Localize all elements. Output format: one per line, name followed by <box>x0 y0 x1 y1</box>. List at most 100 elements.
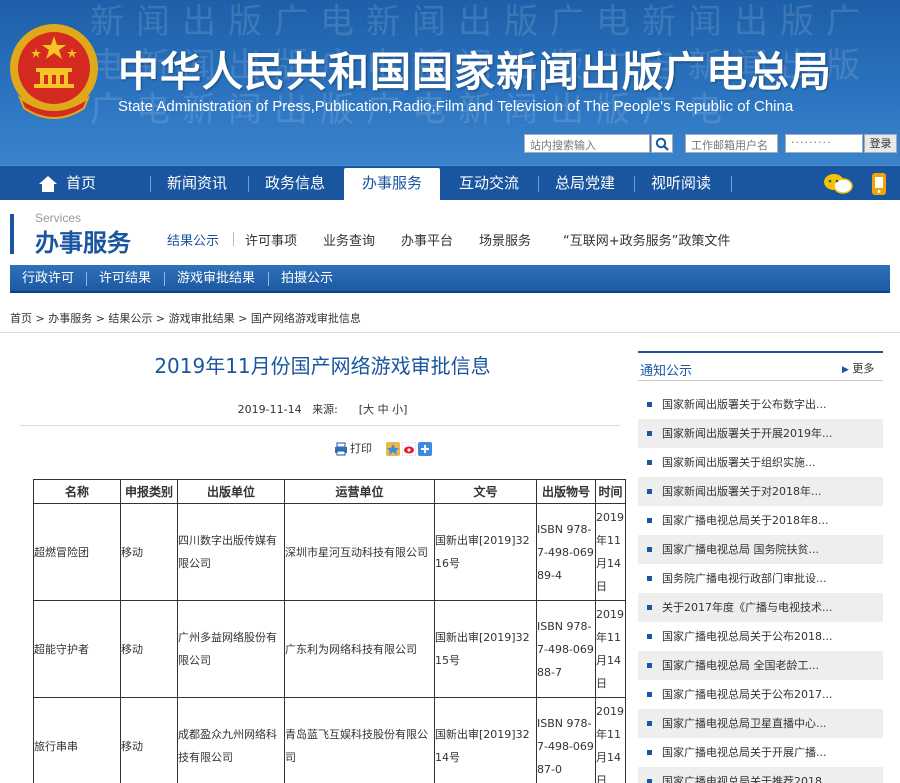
table-row: 旅行串串 移动 成都盈众九州网络科技有限公司 青岛蓝飞互娱科技股份有限公司 国新… <box>33 697 626 783</box>
cell-isbn: ISBN 978-7-498-06987-0 <box>536 697 596 783</box>
nav-divider <box>150 176 151 192</box>
cell-publisher: 成都盈众九州网络科技有限公司 <box>177 697 285 783</box>
cell-approval-no: 国新出审[2019]3216号 <box>434 503 537 601</box>
nav-divider <box>634 176 635 192</box>
article-date: 2019-11-14 <box>237 403 302 416</box>
cell-game-name: 旅行串串 <box>33 697 121 783</box>
col-header-approval-no: 文号 <box>434 479 537 504</box>
nav-interaction[interactable]: 互动交流 <box>459 166 519 201</box>
third-nav: 行政许可 许可结果 游戏审批结果 拍摄公示 <box>10 265 890 293</box>
weibo-icon[interactable] <box>402 442 416 456</box>
sidebar-list-item[interactable]: 国家新闻出版署关于对2018年... <box>638 477 883 506</box>
third-nav-divider <box>164 272 165 286</box>
share-more-icon[interactable] <box>418 442 432 456</box>
print-icon[interactable] <box>334 442 348 456</box>
cell-category: 移动 <box>120 503 178 601</box>
sidebar-list-item[interactable]: 国家广播电视总局 国务院扶贫... <box>638 535 883 564</box>
share-bar: 打印 <box>334 440 434 458</box>
sidebar-more-label[interactable]: 更多 <box>852 362 874 375</box>
subnav-license-items[interactable]: 许可事项 <box>245 230 297 249</box>
subnav-policy-documents[interactable]: “互联网+政务服务”政策文件 <box>563 230 730 249</box>
cell-category: 移动 <box>120 600 178 698</box>
caret-right-icon: ▶ <box>842 365 849 375</box>
sidebar-list-item[interactable]: 国家新闻出版署关于组织实施... <box>638 448 883 477</box>
nav-home[interactable]: 首页 <box>66 166 96 201</box>
subnav-business-query[interactable]: 业务查询 <box>323 230 375 249</box>
nav-audio-visual[interactable]: 视听阅读 <box>651 166 711 201</box>
print-label[interactable]: 打印 <box>350 442 372 455</box>
nav-news[interactable]: 新闻资讯 <box>167 166 227 201</box>
table-header-row: 名称 申报类别 出版单位 运营单位 文号 出版物号 时间 <box>33 479 626 504</box>
cell-isbn: ISBN 978-7-498-06989-4 <box>536 503 596 601</box>
nav-divider <box>731 176 732 192</box>
third-nav-divider <box>86 272 87 286</box>
cell-approval-no: 国新出审[2019]3215号 <box>434 600 537 698</box>
nav-party-building[interactable]: 总局党建 <box>555 166 615 201</box>
sidebar-list-item[interactable]: 国家广播电视总局 全国老龄工... <box>638 651 883 680</box>
table-row: 超能守护者 移动 广州多益网络股份有限公司 广东利为网络科技有限公司 国新出审[… <box>33 600 626 698</box>
cell-date: 2019年11月14日 <box>595 503 626 601</box>
col-header-date: 时间 <box>595 479 626 504</box>
table-row: 超燃冒险团 移动 四川数字出版传媒有限公司 深圳市星河互动科技有限公司 国新出审… <box>33 503 626 601</box>
breadcrumb-divider <box>0 332 900 333</box>
search-icon <box>655 137 669 151</box>
font-size-switcher[interactable]: [大 中 小] <box>359 403 408 416</box>
nav-services[interactable]: 办事服务 <box>344 168 440 201</box>
col-header-operator: 运营单位 <box>284 479 435 504</box>
wechat-icon[interactable] <box>823 172 853 196</box>
article-meta: 2019-11-14 来源: [大 中 小] <box>20 401 625 417</box>
sidebar-list-item[interactable]: 关于2017年度《广播与电视技术... <box>638 593 883 622</box>
sidebar-list-item[interactable]: 国家广播电视总局关于公布2018... <box>638 622 883 651</box>
col-header-isbn: 出版物号 <box>536 479 596 504</box>
cell-game-name: 超能守护者 <box>33 600 121 698</box>
third-nav-license-results[interactable]: 许可结果 <box>99 265 151 293</box>
nav-divider <box>538 176 539 192</box>
sidebar-list-item[interactable]: 国家广播电视总局卫星直播中心... <box>638 709 883 738</box>
mail-username-input[interactable]: 工作邮箱用户名 <box>685 134 778 153</box>
sidebar-list-item[interactable]: 国家广播电视总局关于开展广播... <box>638 738 883 767</box>
qzone-icon[interactable] <box>386 442 400 456</box>
login-button[interactable]: 登录 <box>864 134 897 153</box>
sidebar-more-link[interactable]: ▶ 更多 <box>842 360 874 376</box>
mobile-icon[interactable] <box>870 172 888 196</box>
cell-date: 2019年11月14日 <box>595 600 626 698</box>
search-input[interactable]: 站内搜索输入 <box>524 134 650 153</box>
subnav-result-notice[interactable]: 结果公示 <box>167 230 219 249</box>
cell-category: 移动 <box>120 697 178 783</box>
sidebar-list-item[interactable]: 国家广播电视总局关于公布2017... <box>638 680 883 709</box>
breadcrumb[interactable]: 首页 > 办事服务 > 结果公示 > 游戏审批结果 > 国产网络游戏审批信息 <box>10 310 361 326</box>
nav-government-info[interactable]: 政务信息 <box>265 166 325 201</box>
search-button[interactable] <box>651 134 673 153</box>
third-nav-game-approval[interactable]: 游戏审批结果 <box>177 265 255 293</box>
national-emblem-icon <box>10 24 98 119</box>
col-header-publisher: 出版单位 <box>177 479 285 504</box>
nav-divider <box>248 176 249 192</box>
third-nav-filming-notice[interactable]: 拍摄公示 <box>281 265 333 293</box>
article-source-label: 来源: <box>312 403 338 416</box>
subnav-scene-service[interactable]: 场景服务 <box>479 230 531 249</box>
cell-operator: 深圳市星河互动科技有限公司 <box>284 503 435 601</box>
sidebar-title: 通知公示 <box>640 364 693 379</box>
sidebar-list-item[interactable]: 国家新闻出版署关于开展2019年... <box>638 419 883 448</box>
site-subtitle: State Administration of Press,Publicatio… <box>118 98 794 115</box>
sidebar-list-item[interactable]: 国家新闻出版署关于公布数字出... <box>638 390 883 419</box>
cell-operator: 广东利为网络科技有限公司 <box>284 600 435 698</box>
services-title: 办事服务 <box>35 229 131 257</box>
sidebar-list-item[interactable]: 国务院广播电视行政部门审批设... <box>638 564 883 593</box>
cell-publisher: 四川数字出版传媒有限公司 <box>177 503 285 601</box>
game-approval-table: 名称 申报类别 出版单位 运营单位 文号 出版物号 时间 超燃冒险团 移动 四川… <box>33 479 626 783</box>
mail-password-input[interactable]: ········· <box>785 134 863 153</box>
third-nav-divider <box>268 272 269 286</box>
cell-publisher: 广州多益网络股份有限公司 <box>177 600 285 698</box>
sidebar-list-item[interactable]: 国家广播电视总局关于2018年8... <box>638 506 883 535</box>
sidebar-list-item[interactable]: 国家广播电视总局关于推荐2018... <box>638 767 883 783</box>
home-icon <box>39 176 57 192</box>
sidebar-list: 国家新闻出版署关于公布数字出... 国家新闻出版署关于开展2019年... 国家… <box>638 390 883 783</box>
third-nav-admin-license[interactable]: 行政许可 <box>22 265 74 293</box>
cell-isbn: ISBN 978-7-498-06988-7 <box>536 600 596 698</box>
main-nav: 首页 新闻资讯 政务信息 办事服务 互动交流 总局党建 视听阅读 <box>0 165 900 201</box>
cell-operator: 青岛蓝飞互娱科技股份有限公司 <box>284 697 435 783</box>
subnav-service-platform[interactable]: 办事平台 <box>401 230 453 249</box>
cell-game-name: 超燃冒险团 <box>33 503 121 601</box>
cell-approval-no: 国新出审[2019]3214号 <box>434 697 537 783</box>
